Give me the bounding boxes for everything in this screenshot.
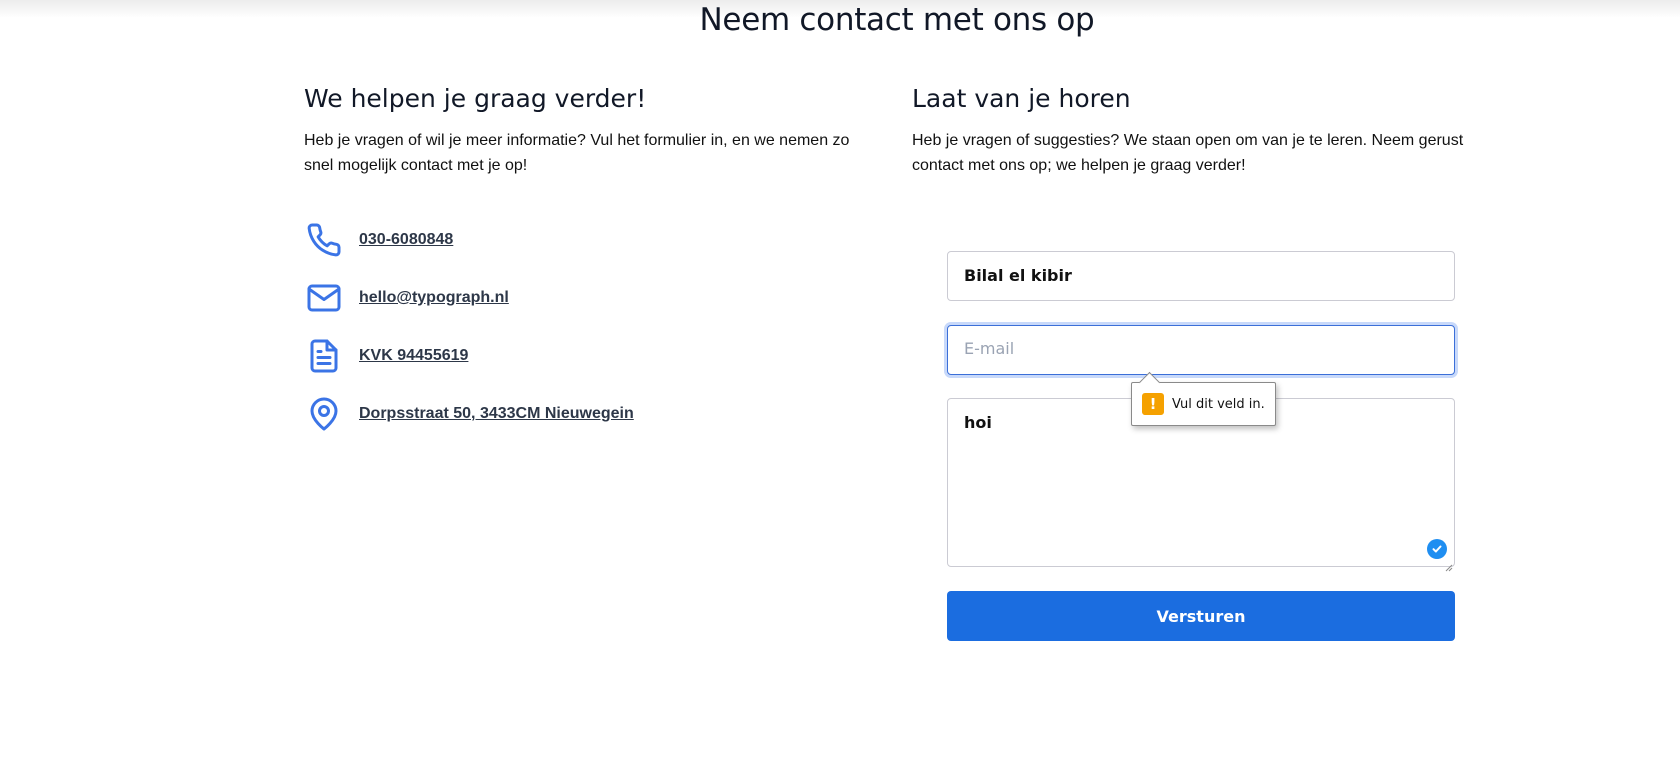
mail-icon bbox=[304, 278, 344, 318]
contact-item-address: Dorpsstraat 50, 3433CM Nieuwegein bbox=[304, 394, 724, 434]
warning-icon: ! bbox=[1142, 393, 1164, 415]
phone-link[interactable]: 030-6080848 bbox=[359, 231, 453, 249]
address-link[interactable]: Dorpsstraat 50, 3433CM Nieuwegein bbox=[359, 405, 634, 423]
kvk-link[interactable]: KVK 94455619 bbox=[359, 347, 468, 365]
document-icon bbox=[304, 336, 344, 376]
left-intro-text: Heb je vragen of wil je meer informatie?… bbox=[304, 132, 850, 174]
validation-tooltip: ! Vul dit veld in. bbox=[1131, 371, 1276, 426]
left-heading: We helpen je graag verder! bbox=[304, 84, 647, 113]
contact-item-email: hello@typograph.nl bbox=[304, 278, 724, 318]
contact-item-phone: 030-6080848 bbox=[304, 220, 724, 260]
validation-message: Vul dit veld in. bbox=[1172, 396, 1265, 412]
name-input[interactable]: Bilal el kibir bbox=[947, 251, 1455, 301]
grammar-check-icon[interactable] bbox=[1427, 539, 1447, 559]
submit-button[interactable]: Versturen bbox=[947, 591, 1455, 641]
right-intro-text: Heb je vragen of suggesties? We staan op… bbox=[912, 132, 1464, 174]
page-title: Neem contact met ons op bbox=[699, 2, 1095, 38]
right-heading: Laat van je horen bbox=[912, 84, 1131, 113]
phone-icon bbox=[304, 220, 344, 260]
tooltip-arrow bbox=[1138, 371, 1161, 394]
resize-handle-icon[interactable] bbox=[1445, 557, 1453, 572]
email-input-placeholder: E-mail bbox=[964, 339, 1015, 358]
location-pin-icon bbox=[304, 394, 344, 434]
name-input-value: Bilal el kibir bbox=[964, 266, 1072, 285]
message-textarea-value: hoi bbox=[964, 413, 992, 432]
email-input[interactable]: E-mail bbox=[947, 325, 1455, 375]
contact-item-kvk: KVK 94455619 bbox=[304, 336, 724, 376]
email-link[interactable]: hello@typograph.nl bbox=[359, 289, 509, 307]
